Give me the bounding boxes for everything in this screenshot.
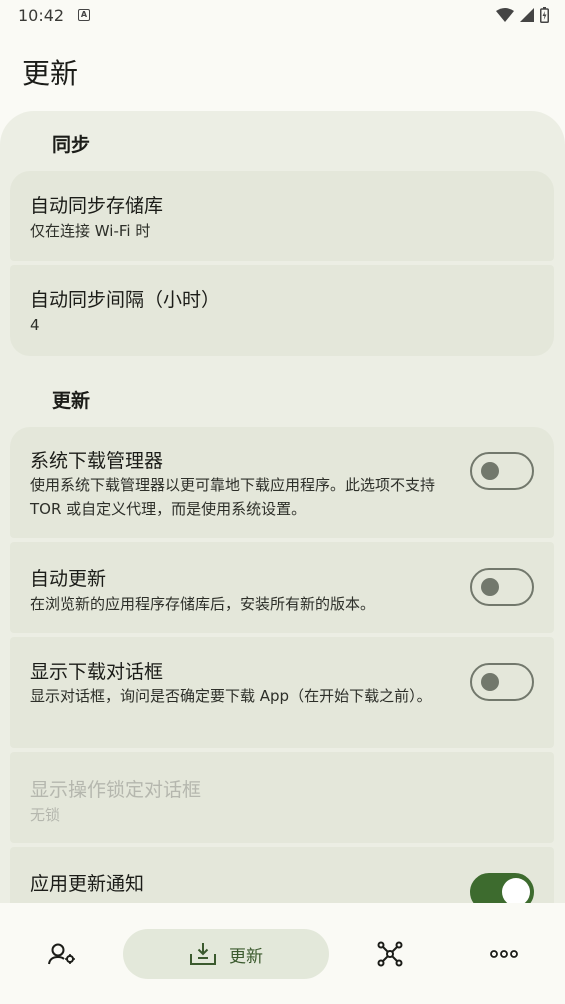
system-downloader-toggle[interactable] (470, 452, 534, 490)
status-time: 10:42 (18, 6, 65, 25)
signal-icon (520, 8, 534, 22)
setting-title: 系统下载管理器 (30, 450, 164, 472)
update-notifications-toggle[interactable] (470, 873, 534, 903)
repositories-graph-icon (377, 941, 403, 967)
download-tray-icon (190, 943, 216, 965)
section-header-updates: 更新 (52, 390, 91, 412)
nav-more[interactable] (478, 929, 530, 979)
setting-auto-update[interactable]: 自动更新 在浏览新的应用程序存储库后，安装所有新的版本。 (10, 542, 554, 633)
status-icons (496, 7, 549, 23)
section-header-sync: 同步 (52, 134, 91, 156)
setting-title: 显示操作锁定对话框 (30, 779, 202, 801)
nav-repositories[interactable] (364, 929, 416, 979)
battery-icon (540, 7, 549, 23)
setting-sync-interval[interactable]: 自动同步间隔（小时） 4 (10, 265, 554, 356)
toggle-knob (481, 673, 499, 691)
setting-summary: 4 (30, 316, 40, 334)
setting-title: 应用更新通知 (30, 873, 145, 895)
nav-updates[interactable]: 更新 (123, 929, 329, 979)
status-bar: 10:42 A (0, 0, 565, 32)
setting-download-dialog[interactable]: 显示下载对话框 显示对话框，询问是否确定要下载 App（在开始下载之前）。 (10, 637, 554, 748)
setting-summary: 无锁 (30, 806, 61, 824)
toggle-knob (481, 578, 499, 596)
notification-icon: A (78, 9, 90, 21)
bottom-navigation: 更新 (0, 903, 565, 1004)
setting-summary: 使用系统下载管理器以更可靠地下载应用程序。此选项不支持 TOR 或自定义代理，而… (30, 476, 436, 518)
setting-title: 自动同步间隔（小时） (30, 289, 221, 311)
setting-title: 自动同步存储库 (30, 195, 164, 217)
page-title: 更新 (22, 57, 79, 90)
setting-summary: 在浏览新的应用程序存储库后，安装所有新的版本。 (30, 595, 376, 613)
wifi-icon (496, 8, 514, 22)
setting-title: 显示下载对话框 (30, 661, 164, 683)
setting-summary: 仅在连接 Wi-Fi 时 (30, 222, 151, 240)
nav-profile[interactable] (36, 929, 88, 979)
more-dots-icon (490, 950, 518, 958)
nav-updates-label: 更新 (229, 946, 263, 967)
setting-summary: 显示对话框，询问是否确定要下载 App（在开始下载之前）。 (30, 687, 432, 705)
download-dialog-toggle[interactable] (470, 663, 534, 701)
settings-list[interactable]: 同步 自动同步存储库 仅在连接 Wi-Fi 时 自动同步间隔（小时） 4 更新 … (0, 111, 565, 903)
setting-auto-sync[interactable]: 自动同步存储库 仅在连接 Wi-Fi 时 (10, 171, 554, 261)
setting-update-notifications[interactable]: 应用更新通知 (10, 847, 554, 903)
toggle-knob (502, 878, 530, 903)
auto-update-toggle[interactable] (470, 568, 534, 606)
setting-lock-dialog: 显示操作锁定对话框 无锁 (10, 752, 554, 843)
profile-settings-icon (48, 943, 75, 965)
setting-title: 自动更新 (30, 568, 107, 590)
setting-system-downloader[interactable]: 系统下载管理器 使用系统下载管理器以更可靠地下载应用程序。此选项不支持 TOR … (10, 427, 554, 538)
toggle-knob (481, 462, 499, 480)
